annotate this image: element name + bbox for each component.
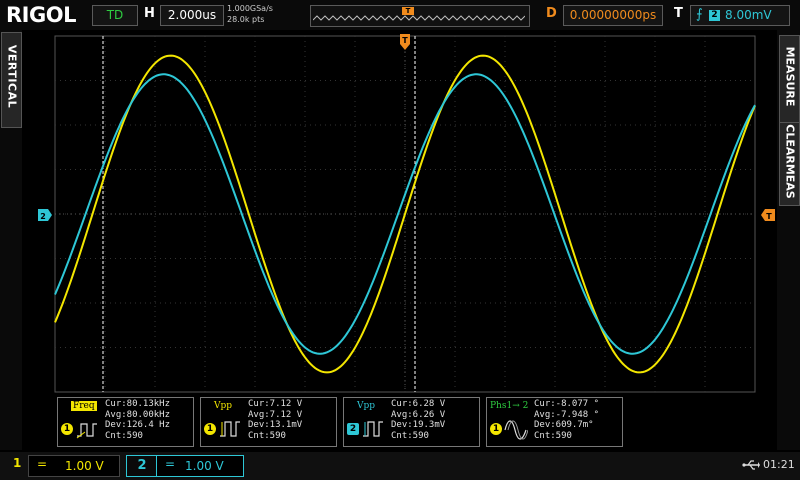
ch1-number[interactable]: 1 xyxy=(13,456,21,470)
measurement-channel-badge: 2 xyxy=(347,423,359,435)
measurement-name: Phs1→ 2 xyxy=(490,401,529,411)
phase-icon xyxy=(504,420,528,440)
measurement-avg: Avg:7.12 V xyxy=(248,409,303,420)
measurement-cur: Cur:7.12 V xyxy=(248,399,303,409)
measurement-dev: Dev:126.4 Hz xyxy=(105,420,171,431)
measurement-phase-ch1-ch2[interactable]: Phs1→ 2 1 Cur:-8.077 ° Avg:-7.948 ° Dev:60… xyxy=(486,397,623,447)
measurement-cnt: Cnt:590 xyxy=(105,431,143,442)
ch1-coupling-icon: = xyxy=(37,457,48,471)
trigger-level-marker: T xyxy=(761,209,775,221)
ch2-coupling-icon: = xyxy=(165,457,176,471)
ch1-settings[interactable]: = 1.00 V xyxy=(28,455,120,477)
ch2-ground-marker-label: 2 xyxy=(40,212,46,221)
measurement-channel-badge: 1 xyxy=(490,423,502,435)
measurement-cnt: Cnt:590 xyxy=(248,431,286,442)
measurement-cur: Cur:80.13kHz xyxy=(105,399,171,409)
ch2-scale: 1.00 V xyxy=(185,459,224,473)
ch2-settings[interactable]: = 1.00 V xyxy=(156,455,244,477)
trigger-level-marker-label: T xyxy=(766,212,772,221)
trigger-position-marker: T xyxy=(400,34,410,50)
ch2-number[interactable]: 2 xyxy=(126,455,157,477)
measurement-dev: Dev:19.3mV xyxy=(391,420,446,431)
ch1-scale: 1.00 V xyxy=(65,459,104,473)
measurement-name: Freq xyxy=(71,401,97,411)
measurement-dev: Dev:13.1mV xyxy=(248,420,303,431)
bottom-status-bar xyxy=(0,452,800,480)
measurement-avg: Avg:-7.948 ° xyxy=(534,409,600,420)
measurement-dev: Dev:609.7m° xyxy=(534,420,594,431)
vpp-icon xyxy=(220,421,240,437)
measurement-cnt: Cnt:590 xyxy=(534,431,572,442)
vpp-icon xyxy=(363,421,383,437)
trigger-position-marker-label: T xyxy=(402,36,408,45)
measurement-vpp-ch2[interactable]: Vpp 2 Cur:6.28 V Avg:6.26 V Dev:19.3mV Cnt:… xyxy=(343,397,480,447)
measurement-name: Vpp xyxy=(357,401,376,411)
usb-icon xyxy=(742,460,760,470)
ch2-ground-marker: 2 xyxy=(38,209,52,221)
measurement-channel-badge: 1 xyxy=(204,423,216,435)
measurement-freq-ch1[interactable]: Freq 1 Cur:80.13kHz Avg:80.00kHz Dev:126.4… xyxy=(57,397,194,447)
measurement-cur: Cur:6.28 V xyxy=(391,399,446,409)
measurement-channel-badge: 1 xyxy=(61,423,73,435)
measurement-avg: Avg:80.00kHz xyxy=(105,409,171,420)
measurement-avg: Avg:6.26 V xyxy=(391,409,446,420)
frequency-icon xyxy=(76,423,97,439)
measurement-name: Vpp xyxy=(214,401,233,411)
measurement-cur: Cur:-8.077 ° xyxy=(534,399,600,409)
measurement-vpp-ch1[interactable]: Vpp 1 Cur:7.12 V Avg:7.12 V Dev:13.1mV Cnt:… xyxy=(200,397,337,447)
system-clock: 01:21 xyxy=(763,458,795,471)
measurement-cnt: Cnt:590 xyxy=(391,431,429,442)
